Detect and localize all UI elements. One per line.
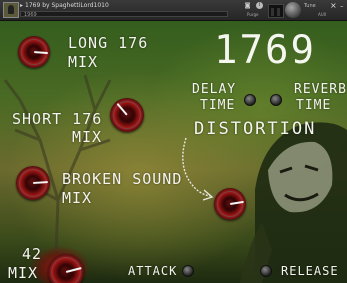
expand-arrow-icon[interactable]: ▸	[20, 2, 23, 9]
close-icon[interactable]: ×	[330, 2, 337, 10]
broken-sound-mix-knob[interactable]	[16, 166, 50, 200]
tune-knob[interactable]	[285, 2, 301, 18]
release-label: RELEASE	[281, 264, 339, 278]
broken-sound-label-1: BROKEN SOUND	[62, 170, 183, 188]
tune-label: Tune	[304, 3, 316, 9]
instance-name-field[interactable]: 1969	[20, 11, 228, 18]
reverb-time-label-2: TIME	[296, 98, 332, 113]
broken-sound-label-2: MIX	[62, 189, 93, 207]
camera-icon[interactable]: ◙	[244, 3, 251, 9]
reverb-time-toggle[interactable]	[270, 94, 282, 106]
instrument-title-text: 1769 by SpaghettiLord1010	[25, 2, 109, 9]
instrument-title: ▸ 1769 by SpaghettiLord1010	[20, 2, 228, 9]
instrument-panel: ▸ 1769 by SpaghettiLord1010 1969 ◙ i Purg…	[0, 0, 347, 283]
delay-time-label-2: TIME	[200, 98, 236, 113]
short-mix-knob[interactable]	[110, 98, 144, 132]
minimize-icon[interactable]: –	[340, 2, 344, 10]
mix-42-knob[interactable]	[48, 254, 84, 283]
short-mix-label-1: SHORT 176	[12, 110, 103, 128]
short-mix-label-2: MIX	[72, 128, 103, 146]
aux-button[interactable]: AUX	[318, 12, 326, 17]
attack-toggle[interactable]	[182, 265, 194, 277]
mix-42-label-1: 42	[22, 245, 43, 263]
delay-time-toggle[interactable]	[244, 94, 256, 106]
info-icon[interactable]: i	[256, 2, 263, 9]
distortion-knob[interactable]	[214, 188, 246, 220]
purge-button[interactable]: Purge	[247, 12, 258, 17]
release-toggle[interactable]	[260, 265, 272, 277]
instrument-header: ▸ 1769 by SpaghettiLord1010 1969 ◙ i Purg…	[0, 0, 347, 21]
delay-time-label-1: DELAY	[192, 82, 237, 97]
attack-label: ATTACK	[128, 264, 178, 278]
long-mix-knob[interactable]	[18, 36, 50, 68]
reverb-time-label-1: REVERB	[294, 82, 347, 97]
curved-arrow-icon	[182, 137, 214, 201]
instrument-title-large: 1769	[214, 28, 316, 73]
long-mix-label-1: LONG 176	[68, 34, 149, 52]
level-meter	[268, 4, 284, 18]
instrument-thumbnail-icon	[3, 2, 19, 18]
mix-42-label-2: MIX	[8, 264, 39, 282]
long-mix-label-2: MIX	[68, 53, 99, 71]
